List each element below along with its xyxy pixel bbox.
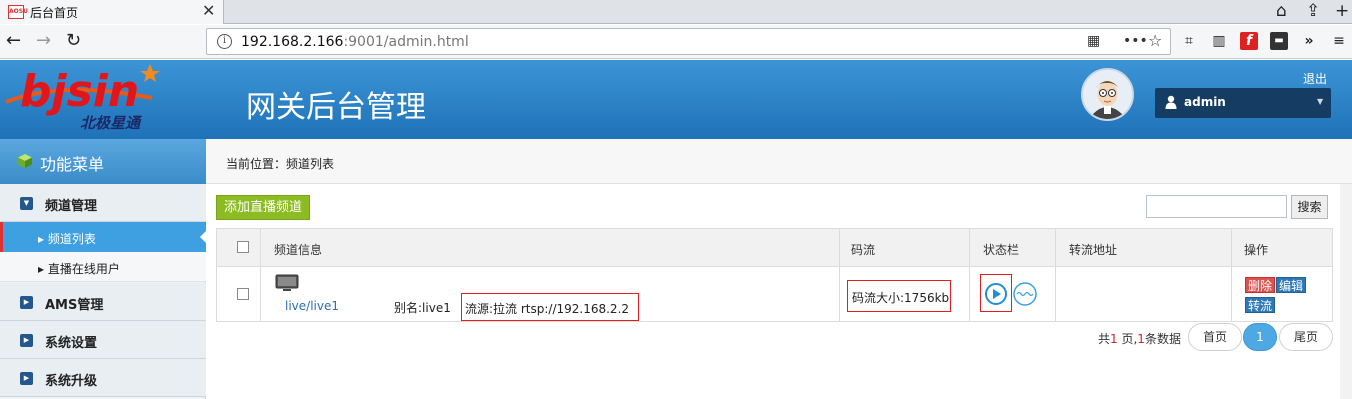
collapse-icon: ▶ [20,372,33,385]
play-icon[interactable] [985,283,1007,305]
tv-icon [275,274,299,291]
logout-link[interactable]: 退出 [1303,70,1327,87]
extension-icon[interactable]: ▬ [1270,32,1288,50]
sidebar-item-ams[interactable]: ▶ AMS管理 [0,283,206,321]
col-bitrate: 码流 [851,243,876,257]
collapse-icon: ▶ [20,334,33,347]
select-all-checkbox[interactable] [237,241,249,253]
add-channel-button[interactable]: 添加直播频道 [216,195,310,220]
home-icon[interactable]: ⌂ [1276,1,1287,21]
sidebar-item-channel-mgmt[interactable]: ▼ 频道管理 [0,184,206,222]
url-text: 192.168.2.166:9001/admin.html [241,34,469,50]
channel-name-link[interactable]: live/live1 [285,299,339,313]
divider [1231,229,1232,321]
browser-tabbar: AOSU 后台首页 ✕ ⌂ ⇪ + [0,0,1352,24]
sidebar-item-settings[interactable]: ▶ 系统设置 [0,321,206,359]
col-relay-address: 转流地址 [1069,243,1118,257]
chevron-down-icon: ▼ [1317,97,1324,106]
divider [969,229,970,321]
sidebar-title: 功能菜单 [40,155,105,174]
col-actions: 操作 [1244,243,1269,257]
username: admin [1184,95,1226,109]
sidebar-item-upgrade[interactable]: ▶ 系统升级 [0,359,206,397]
search-button[interactable]: 搜索 [1291,195,1328,219]
channel-alias: 别名:live1 [394,301,451,315]
bookmark-star-icon[interactable]: ☆ [1148,31,1162,50]
reader-icon[interactable]: ▥ [1210,32,1228,50]
more-icon[interactable]: ••• [1123,33,1148,49]
sidebar-header: 功能菜单 [0,139,206,184]
sidebar-subitem-label: ▸ 直播在线用户 [38,262,120,276]
avatar[interactable] [1081,68,1134,121]
qr-icon[interactable]: ▦ [1087,33,1100,49]
collapse-icon: ▶ [20,296,33,309]
plus-icon[interactable]: + [1335,1,1349,21]
sidebar-item-label: AMS管理 [45,298,104,313]
pager-summary: 共1 页,1条数据 [1098,332,1181,346]
divider [260,229,261,321]
relay-button[interactable]: 转流 [1245,297,1276,313]
edit-button[interactable]: 编辑 [1276,277,1307,293]
active-indicator [200,230,207,244]
logo-text: bjsin [20,66,139,117]
table-header: 频道信息 码流 状态栏 转流地址 操作 [217,229,1332,267]
breadcrumb: 当前位置：频道列表 [206,139,1352,184]
channel-table: 频道信息 码流 状态栏 转流地址 操作 live/live1 别名:live1 … [216,228,1333,322]
col-channel-info: 频道信息 [274,243,323,257]
forward-arrow-icon[interactable]: → [36,31,51,51]
search-input[interactable] [1146,195,1287,218]
last-page-button[interactable]: 尾页 [1279,323,1333,351]
app-header: bjsin 北极星通 网关后台管理 退出 admin ▼ [0,60,1352,139]
sidebar-item-channel-list[interactable]: ▸ 频道列表 [0,222,207,252]
expand-icon: ▼ [20,197,33,210]
channel-bitrate: 码流大小:1756kb [847,280,951,312]
wave-icon[interactable] [1013,282,1037,306]
info-icon[interactable]: i [217,34,232,49]
sidebar-item-live-users[interactable]: ▸ 直播在线用户 [0,252,206,282]
browser-navbar: ← → ↻ i 192.168.2.166:9001/admin.html ▦ … [0,25,1352,59]
channel-source: 流源:拉流 rtsp://192.168.2.2 [461,293,639,321]
address-bar[interactable]: i 192.168.2.166:9001/admin.html ▦ ••• ☆ [206,28,1171,55]
sidebar-subitem-label: ▸ 频道列表 [38,232,96,246]
avatar-face-icon [1083,70,1132,119]
tab-title: 后台首页 [30,6,79,20]
close-tab-icon[interactable]: ✕ [202,1,215,20]
breadcrumb-text: 当前位置：频道列表 [226,157,335,171]
scrollbar[interactable] [1340,184,1352,399]
cube-icon [18,154,32,168]
delete-button[interactable]: 删除 [1245,277,1276,293]
divider [839,229,840,321]
user-icon [1165,95,1177,109]
overflow-icon[interactable]: » [1300,32,1318,50]
col-status: 状态栏 [983,243,1020,257]
sidebar-item-label: 系统升级 [45,374,98,389]
status-highlight [980,274,1012,312]
back-arrow-icon[interactable]: ← [6,31,21,51]
sidebar-item-label: 频道管理 [45,199,98,214]
divider [1055,229,1056,321]
upload-icon[interactable]: ⇪ [1306,1,1320,21]
browser-tab[interactable]: AOSU 后台首页 ✕ [0,0,224,24]
menu-icon[interactable]: ≡ [1330,32,1348,50]
site-title: 网关后台管理 [246,90,426,125]
bjsin-logo: bjsin 北极星通 [5,64,160,132]
flash-icon[interactable]: f [1240,32,1258,50]
reload-icon[interactable]: ↻ [66,31,81,51]
row-checkbox[interactable] [237,288,249,300]
favicon-icon: AOSU [8,5,28,19]
crop-icon[interactable]: ⌗ [1180,32,1198,50]
first-page-button[interactable]: 首页 [1188,323,1242,351]
logo-subtext: 北极星通 [80,114,143,132]
current-page-button[interactable]: 1 [1243,323,1277,351]
sidebar-item-label: 系统设置 [45,336,98,351]
sidebar: 功能菜单 ▼ 频道管理 ▸ 频道列表 ▸ 直播在线用户 ▶ AMS管理 ▶ 系统… [0,139,207,399]
user-dropdown[interactable]: admin ▼ [1155,88,1331,118]
